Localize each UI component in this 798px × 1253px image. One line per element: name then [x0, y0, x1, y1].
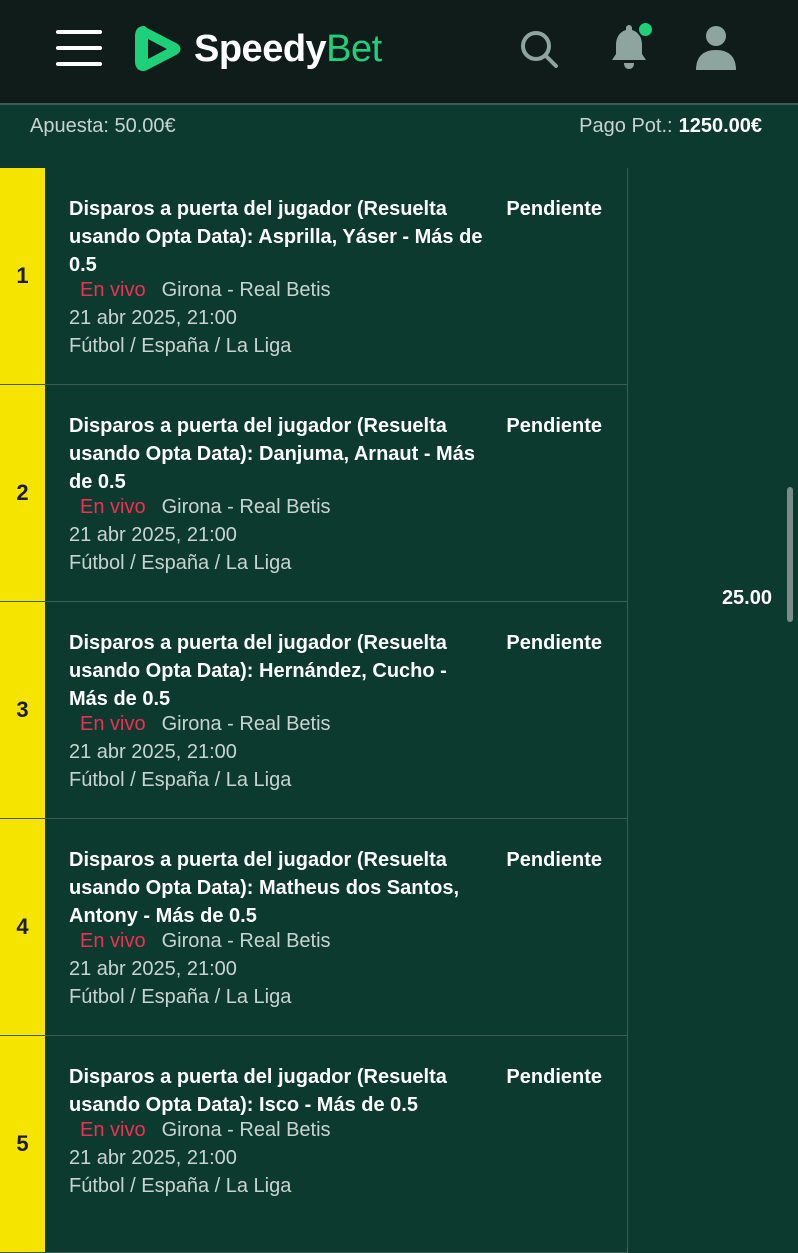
search-icon[interactable] — [518, 28, 560, 70]
selection-market: Disparos a puerta del jugador (Resuelta … — [69, 632, 447, 710]
notification-dot — [637, 21, 654, 38]
competition: Fútbol / España / La Liga — [69, 552, 292, 574]
match-name: Girona - Real Betis — [161, 1119, 331, 1141]
brand-name: SpeedyBet — [194, 28, 382, 71]
selection-match-line: En vivo Girona - Real Betis — [69, 493, 331, 521]
payout-label: Pago Pot.: — [579, 115, 673, 137]
stake-amount: Apuesta: 50.00€ — [30, 115, 176, 137]
bet-selection[interactable]: 4 Disparos a puerta del jugador (Resuelt… — [0, 819, 628, 1036]
selection-match-line: En vivo Girona - Real Betis — [69, 1116, 331, 1144]
live-badge: En vivo — [80, 930, 146, 952]
selection-status: Pendiente — [506, 198, 602, 220]
selection-number: 1 — [0, 168, 45, 384]
bet-selection[interactable]: 1 Disparos a puerta del jugador (Resuelt… — [0, 168, 628, 385]
live-badge: En vivo — [80, 1119, 146, 1141]
top-navigation-bar: SpeedyBet — [0, 0, 798, 105]
selection-match-line: En vivo Girona - Real Betis — [69, 276, 331, 304]
brand-logo[interactable]: SpeedyBet — [132, 22, 382, 76]
selection-match-line: En vivo Girona - Real Betis — [69, 927, 331, 955]
bet-selection[interactable]: 3 Disparos a puerta del jugador (Resuelt… — [0, 602, 628, 819]
match-name: Girona - Real Betis — [161, 930, 331, 952]
payout-value: 1250.00€ — [678, 115, 762, 137]
selection-status: Pendiente — [506, 415, 602, 437]
total-odds: 25.00 — [721, 587, 772, 609]
total-odds-column: 25.00 — [628, 168, 798, 1200]
selection-market: Disparos a puerta del jugador (Resuelta … — [69, 198, 483, 276]
selection-number: 5 — [0, 1036, 45, 1252]
match-name: Girona - Real Betis — [161, 713, 331, 735]
match-datetime: 21 abr 2025, 21:00 — [69, 741, 237, 763]
match-datetime: 21 abr 2025, 21:00 — [69, 307, 237, 329]
bell-icon[interactable] — [604, 20, 656, 72]
match-datetime: 21 abr 2025, 21:00 — [69, 1147, 237, 1169]
match-name: Girona - Real Betis — [161, 279, 331, 301]
user-icon[interactable] — [694, 24, 738, 72]
selection-market: Disparos a puerta del jugador (Resuelta … — [69, 849, 460, 927]
brand-name-secondary: Bet — [326, 27, 382, 70]
selection-match-line: En vivo Girona - Real Betis — [69, 710, 331, 738]
bet-summary: Apuesta: 50.00€ Pago Pot.: 1250.00€ — [0, 107, 798, 168]
menu-icon[interactable] — [56, 30, 102, 66]
selection-status: Pendiente — [506, 849, 602, 871]
scrollbar-thumb[interactable] — [787, 487, 793, 622]
competition: Fútbol / España / La Liga — [69, 1175, 292, 1197]
selection-market: Disparos a puerta del jugador (Resuelta … — [69, 1066, 447, 1116]
play-logo-icon — [135, 26, 181, 72]
selection-status: Pendiente — [506, 1066, 602, 1088]
bet-selections-list: 1 Disparos a puerta del jugador (Resuelt… — [0, 168, 628, 1253]
match-datetime: 21 abr 2025, 21:00 — [69, 958, 237, 980]
live-badge: En vivo — [80, 713, 146, 735]
selection-market: Disparos a puerta del jugador (Resuelta … — [69, 415, 475, 493]
match-name: Girona - Real Betis — [161, 496, 331, 518]
bet-selection[interactable]: 2 Disparos a puerta del jugador (Resuelt… — [0, 385, 628, 602]
brand-name-primary: Speedy — [194, 27, 327, 70]
selection-number: 4 — [0, 819, 45, 1035]
live-badge: En vivo — [80, 496, 146, 518]
selection-status: Pendiente — [506, 632, 602, 654]
potential-payout: Pago Pot.: 1250.00€ — [579, 115, 762, 138]
competition: Fútbol / España / La Liga — [69, 986, 292, 1008]
selection-number: 2 — [0, 385, 45, 601]
live-badge: En vivo — [80, 279, 146, 301]
bet-selection[interactable]: 5 Disparos a puerta del jugador (Resuelt… — [0, 1036, 628, 1253]
match-datetime: 21 abr 2025, 21:00 — [69, 524, 237, 546]
competition: Fútbol / España / La Liga — [69, 769, 292, 791]
selection-number: 3 — [0, 602, 45, 818]
competition: Fútbol / España / La Liga — [69, 335, 292, 357]
